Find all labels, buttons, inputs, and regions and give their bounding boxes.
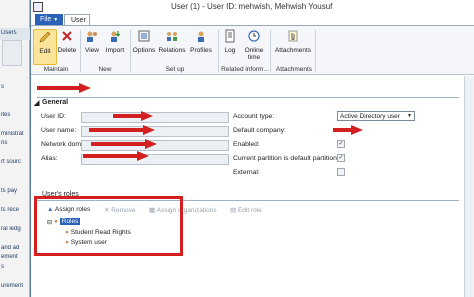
annotation-arrow (37, 83, 91, 93)
divider (270, 30, 271, 72)
delete-label: Delete (57, 47, 77, 54)
divider (218, 30, 219, 72)
chevron-down-icon: ▼ (53, 17, 59, 23)
paperclip-icon (288, 30, 298, 42)
bg-nav-label: Users (1, 30, 17, 36)
divider (315, 30, 316, 72)
edit-role-label: Edit role (237, 207, 262, 214)
online-time-button[interactable]: Online time (241, 29, 267, 61)
form-body: ◢ General User ID: User name: Network do… (31, 76, 474, 297)
bg-item[interactable]: urement (1, 283, 29, 289)
bg-ribbon-block (2, 40, 22, 66)
edit-role-button[interactable]: ▤ Edit role (230, 206, 262, 214)
delete-icon (62, 31, 72, 41)
window-icon (33, 2, 43, 12)
bg-item[interactable]: ites (1, 112, 29, 118)
user-id-field[interactable] (81, 112, 229, 123)
external-checkbox[interactable] (337, 168, 345, 176)
group-label-maintain: Maintain (43, 66, 69, 73)
alias-label: Alias: (41, 155, 58, 162)
bg-item[interactable]: ts rece (1, 207, 29, 213)
import-label: Import (105, 47, 125, 54)
log-label: Log (224, 47, 236, 54)
import-button[interactable]: Import (103, 29, 127, 54)
annotation-box (34, 196, 183, 256)
user-id-label: User ID: (41, 113, 66, 120)
group-label-related: Related inform... (221, 66, 269, 73)
edit-icon: ▤ (230, 207, 237, 214)
bg-item[interactable]: ement (1, 254, 29, 260)
general-section-title[interactable]: General (42, 99, 68, 106)
import-icon (111, 31, 121, 42)
bg-item[interactable]: ral ledg (1, 226, 29, 232)
bg-item[interactable]: ministrat (1, 131, 29, 137)
annotation-arrow (89, 125, 155, 135)
vertical-scrollbar[interactable] (464, 76, 474, 297)
window-title: User (1) - User ID: mehwish, Mehwish You… (171, 2, 333, 11)
attachments-label: Attachments (274, 47, 312, 54)
account-type-label: Account type: (233, 113, 275, 120)
ribbon: Edit Delete View Import Options Relation… (31, 25, 474, 75)
group-label-attachments: Attachments (275, 66, 313, 73)
view-users-icon (87, 31, 97, 42)
chevron-down-icon: ▼ (407, 113, 412, 119)
view-button[interactable]: View (82, 29, 102, 54)
partition-default-checkbox[interactable]: ✓ (337, 154, 345, 162)
bg-item[interactable]: ns (1, 140, 29, 146)
relations-icon (167, 32, 177, 41)
edit-label: Edit (39, 48, 51, 55)
profiles-label: Profiles (190, 47, 212, 54)
log-icon (225, 29, 235, 43)
collapse-icon[interactable]: ◢ (34, 99, 39, 107)
external-label: External: (233, 169, 260, 176)
online-time-label: Online (244, 47, 264, 54)
divider (37, 97, 459, 98)
divider (80, 30, 81, 72)
profiles-button[interactable]: Profiles (188, 29, 214, 54)
edit-button[interactable]: Edit (33, 29, 57, 65)
annotation-arrow (91, 139, 157, 149)
bg-item[interactable]: rt sourc (1, 159, 29, 165)
divider (130, 30, 131, 72)
options-label: Options (132, 47, 156, 54)
delete-button[interactable]: Delete (56, 29, 78, 54)
view-label: View (85, 47, 99, 54)
account-type-value: Active Directory user (340, 113, 400, 120)
online-time-label: time (247, 54, 261, 61)
options-button[interactable]: Options (132, 29, 156, 54)
annotation-arrow (83, 151, 149, 161)
user-form-window: User (1) - User ID: mehwish, Mehwish You… (30, 0, 474, 297)
account-type-select[interactable]: Active Directory user ▼ (337, 111, 415, 121)
network-domain-label: Network dom (41, 141, 82, 148)
annotation-arrow (333, 125, 363, 135)
bg-item[interactable]: s (1, 84, 29, 90)
attachments-button[interactable]: Attachments (274, 29, 312, 54)
options-icon (138, 30, 150, 42)
profiles-icon (198, 31, 204, 42)
enabled-checkbox[interactable]: ✓ (337, 140, 345, 148)
pencil-icon (39, 31, 51, 43)
group-label-setup: Set up (165, 66, 185, 73)
user-tab-label: User (71, 17, 86, 24)
relations-label: Relations (158, 47, 186, 54)
user-name-label: User name: (41, 127, 77, 134)
partition-default-label: Current partition is default partition: (233, 155, 339, 162)
enabled-label: Enabled: (233, 141, 260, 148)
file-tab-label: File (40, 16, 52, 23)
group-label-new: New (98, 66, 112, 73)
clock-icon (248, 30, 260, 42)
background-window: Users s ites ministrat ns rt sourc ts pa… (0, 0, 30, 297)
bg-item[interactable]: s (1, 264, 29, 270)
bg-item[interactable]: ts pay (1, 188, 29, 194)
default-company-label: Default company: (233, 127, 286, 134)
bg-item[interactable]: and ad (1, 245, 29, 251)
annotation-arrow (113, 111, 153, 121)
relations-button[interactable]: Relations (158, 29, 186, 54)
log-button[interactable]: Log (221, 29, 239, 54)
